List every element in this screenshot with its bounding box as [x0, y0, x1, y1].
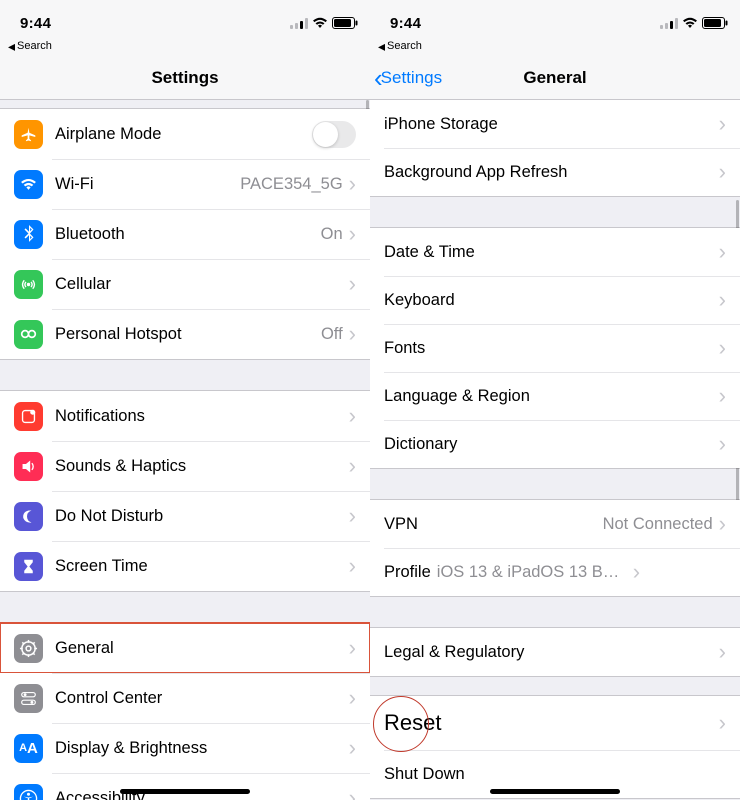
vpn-row[interactable]: VPNNot Connected› [370, 500, 740, 548]
chevron-right-icon: › [719, 641, 726, 663]
wifi-row[interactable]: Wi-Fi PACE354_5G › [0, 159, 370, 209]
nav-bar: ‹Settings General [370, 56, 740, 100]
status-time: 9:44 [20, 15, 51, 32]
connectivity-group: Airplane Mode Wi-Fi PACE354_5G › Bluetoo… [0, 108, 370, 360]
chevron-right-icon: › [349, 787, 356, 800]
cellular-row[interactable]: Cellular › [0, 259, 370, 309]
notifications-row[interactable]: Notifications › [0, 391, 370, 441]
sounds-row[interactable]: Sounds & Haptics › [0, 441, 370, 491]
chevron-right-icon: › [349, 455, 356, 477]
display-row[interactable]: AA Display & Brightness › [0, 723, 370, 773]
keyboard-row[interactable]: Keyboard› [370, 276, 740, 324]
gear-icon [14, 634, 43, 663]
reset-group: Reset› Shut Down [370, 695, 740, 799]
chevron-right-icon: › [349, 637, 356, 659]
battery-icon [332, 17, 358, 29]
dnd-row[interactable]: Do Not Disturb › [0, 491, 370, 541]
chevron-right-icon: › [349, 273, 356, 295]
airplane-mode-row[interactable]: Airplane Mode [0, 109, 370, 159]
settings-screen: 9:44 ◂Search Settings Airplane Mode Wi-F… [0, 0, 370, 800]
chevron-right-icon: › [719, 337, 726, 359]
legal-row[interactable]: Legal & Regulatory› [370, 628, 740, 676]
legal-group: Legal & Regulatory› [370, 627, 740, 677]
battery-icon [702, 17, 728, 29]
chevron-right-icon: › [349, 223, 356, 245]
background-refresh-row[interactable]: Background App Refresh› [370, 148, 740, 196]
signal-icon [660, 18, 678, 29]
home-indicator[interactable] [120, 789, 250, 794]
chevron-right-icon: › [719, 161, 726, 183]
home-indicator[interactable] [490, 789, 620, 794]
chevron-right-icon: › [719, 712, 726, 734]
moon-icon [14, 502, 43, 531]
profile-row[interactable]: ProfileiOS 13 & iPadOS 13 Beta Software … [370, 548, 740, 596]
chevron-right-icon: › [349, 173, 356, 195]
chevron-right-icon: › [719, 113, 726, 135]
chevron-right-icon: › [719, 241, 726, 263]
chevron-right-icon: › [349, 323, 356, 345]
general-list[interactable]: iPhone Storage› Background App Refresh› … [370, 100, 740, 800]
chevron-right-icon: › [719, 289, 726, 311]
general-screen: 9:44 ◂Search ‹Settings General iPhone St… [370, 0, 740, 800]
storage-group: iPhone Storage› Background App Refresh› [370, 100, 740, 197]
text-size-icon: AA [14, 734, 43, 763]
airplane-icon [14, 120, 43, 149]
settings-list[interactable]: Airplane Mode Wi-Fi PACE354_5G › Bluetoo… [0, 100, 370, 800]
nav-back-button[interactable]: ‹Settings [374, 56, 442, 100]
hotspot-row[interactable]: Personal Hotspot Off › [0, 309, 370, 359]
notifications-icon [14, 402, 43, 431]
chevron-right-icon: › [349, 405, 356, 427]
reset-row[interactable]: Reset› [370, 696, 740, 750]
bluetooth-row[interactable]: Bluetooth On › [0, 209, 370, 259]
chevron-right-icon: › [349, 737, 356, 759]
signal-icon [290, 18, 308, 29]
airplane-toggle[interactable] [312, 121, 356, 148]
chevron-right-icon: › [349, 505, 356, 527]
iphone-storage-row[interactable]: iPhone Storage› [370, 100, 740, 148]
chevron-right-icon: › [719, 433, 726, 455]
back-chevron-icon: ◂ [8, 39, 15, 53]
page-title: Settings [151, 68, 218, 88]
back-to-search[interactable]: ◂Search [0, 40, 370, 56]
input-group: Date & Time› Keyboard› Fonts› Language &… [370, 227, 740, 469]
general-row[interactable]: General › [0, 623, 370, 673]
wifi-settings-icon [14, 170, 43, 199]
chevron-right-icon: › [633, 561, 640, 583]
control-center-row[interactable]: Control Center › [0, 673, 370, 723]
status-bar: 9:44 [0, 0, 370, 40]
hourglass-icon [14, 552, 43, 581]
page-title: General [523, 68, 586, 88]
dictionary-row[interactable]: Dictionary› [370, 420, 740, 468]
status-time: 9:44 [390, 15, 421, 32]
cellular-icon [14, 270, 43, 299]
screentime-row[interactable]: Screen Time › [0, 541, 370, 591]
chevron-right-icon: › [719, 385, 726, 407]
status-icons [290, 17, 358, 29]
chevron-right-icon: › [349, 687, 356, 709]
system-group: General › Control Center › AA Display & … [0, 622, 370, 800]
chevron-right-icon: › [719, 513, 726, 535]
accessibility-row[interactable]: Accessibility › [0, 773, 370, 800]
bluetooth-icon [14, 220, 43, 249]
nav-bar: Settings [0, 56, 370, 100]
back-to-search[interactable]: ◂Search [370, 40, 740, 56]
language-row[interactable]: Language & Region› [370, 372, 740, 420]
status-bar: 9:44 [370, 0, 740, 40]
fonts-row[interactable]: Fonts› [370, 324, 740, 372]
switches-icon [14, 684, 43, 713]
wifi-icon [312, 17, 328, 29]
status-icons [660, 17, 728, 29]
alerts-group: Notifications › Sounds & Haptics › Do No… [0, 390, 370, 592]
wifi-icon [682, 17, 698, 29]
accessibility-icon [14, 784, 43, 800]
hotspot-icon [14, 320, 43, 349]
chevron-right-icon: › [349, 555, 356, 577]
network-group: VPNNot Connected› ProfileiOS 13 & iPadOS… [370, 499, 740, 597]
back-chevron-icon: ◂ [378, 39, 385, 53]
date-time-row[interactable]: Date & Time› [370, 228, 740, 276]
sounds-icon [14, 452, 43, 481]
